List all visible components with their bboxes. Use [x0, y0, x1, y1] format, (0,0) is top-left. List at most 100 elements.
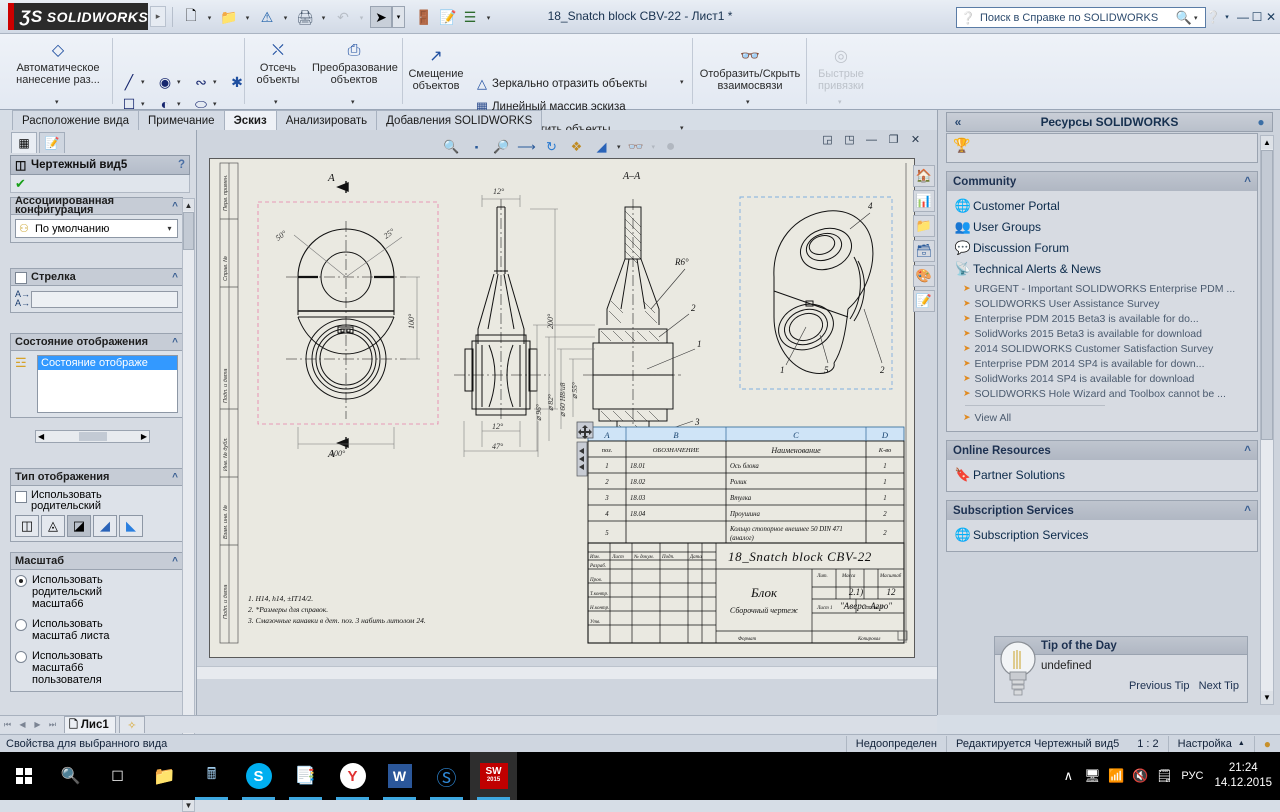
close-button[interactable]: ✕	[1262, 8, 1280, 26]
feature-manager-tab[interactable]: ▦	[11, 132, 37, 153]
calculator-icon[interactable]: 🖩	[188, 752, 235, 800]
property-manager-tab[interactable]: 📝	[39, 132, 65, 153]
chevron-up-icon[interactable]: ^	[172, 272, 178, 283]
scale-sheet-radio[interactable]	[15, 619, 27, 631]
status-notification-icon[interactable]: ●	[1253, 735, 1280, 752]
sw-home-icon[interactable]: 🏆	[953, 137, 970, 153]
convert-dropdown[interactable]: ▾	[351, 98, 355, 106]
scale-custom-radio[interactable]	[15, 651, 27, 663]
news-item[interactable]: ➤ SolidWorks 2014 SP4 is available for do…	[953, 371, 1251, 386]
accept-check-icon[interactable]: ✔	[15, 176, 26, 192]
scroll-thumb[interactable]	[183, 212, 194, 250]
section-config-title[interactable]: Ассоциированная конфигурация ^	[10, 196, 183, 216]
chevron-up-icon[interactable]: ^	[1244, 445, 1251, 457]
status-settings-arrow[interactable]: ▲	[1238, 740, 1245, 747]
arrow-enable-checkbox[interactable]	[15, 271, 27, 284]
previous-view-icon[interactable]: ⟶	[517, 138, 536, 157]
drawing-horizontal-scrollbar[interactable]	[197, 666, 937, 679]
auto-dimension-button[interactable]: ◇ Автоматическое нанесение раз...	[8, 40, 108, 87]
news-view-all[interactable]: ➤ View All	[953, 410, 1251, 425]
zoom-to-fit-icon[interactable]: ⬝	[467, 138, 486, 157]
restore-document-button[interactable]: ❐	[886, 132, 901, 147]
tab-evaluate[interactable]: Анализировать	[275, 110, 378, 130]
hidden-lines-visible-button[interactable]: ◬	[41, 515, 65, 537]
subscription-services-header[interactable]: Subscription Services ^	[947, 501, 1257, 520]
search-icon[interactable]: 🔍	[47, 752, 94, 800]
yandex-browser-icon[interactable]: Y	[329, 752, 376, 800]
use-parent-style-row[interactable]: Использовать родительский	[15, 490, 178, 512]
zoom-to-area-icon[interactable]: 🔍	[442, 138, 461, 157]
kompas-icon[interactable]: Ⓢ	[423, 752, 470, 800]
link-partner-solutions[interactable]: 🔖 Partner Solutions	[953, 464, 1251, 485]
spline-dropdown[interactable]: ▾	[213, 78, 217, 86]
trim-entities-button[interactable]: ⛌ Отсечь объекты	[250, 40, 306, 87]
auto-dimension-dropdown[interactable]: ▾	[55, 98, 59, 106]
sheet-tab-sheet1[interactable]: 🗋 Лис1	[64, 716, 116, 733]
tab-annotation[interactable]: Примечание	[138, 110, 225, 130]
link-technical-alerts[interactable]: 📡 Technical Alerts & News	[953, 258, 1251, 279]
help-icon[interactable]: ?	[178, 159, 185, 171]
display-state-listbox[interactable]: Состояние отображе	[37, 355, 178, 413]
scale-option-custom[interactable]: Использовать масштаб6 пользователя	[15, 650, 178, 686]
wireframe-button[interactable]: ◫	[15, 515, 39, 537]
appearance-icon[interactable]: ●	[661, 138, 680, 157]
scroll-right-arrow-icon[interactable]: ▶	[141, 432, 147, 441]
zoom-in-out-icon[interactable]: 🔎	[492, 138, 511, 157]
next-tip-link[interactable]: Next Tip	[1199, 680, 1239, 692]
link-subscription-services[interactable]: 🌐 Subscription Services	[953, 524, 1251, 545]
home-icon[interactable]: 🏠	[913, 165, 935, 187]
community-header[interactable]: Community ^	[947, 172, 1257, 191]
scroll-thumb[interactable]	[1261, 150, 1273, 440]
ellipse-dropdown[interactable]: ▾	[213, 100, 217, 108]
pin-icon[interactable]: ●	[1250, 115, 1272, 129]
section-display-type-title[interactable]: Тип отображения ^	[10, 468, 183, 486]
last-sheet-button[interactable]: ⏭	[45, 717, 60, 732]
add-sheet-button[interactable]: ✧	[118, 716, 145, 733]
line-dropdown[interactable]: ▾	[141, 78, 145, 86]
news-item[interactable]: ➤ Enterprise PDM 2014 SP4 is available fo…	[953, 356, 1251, 371]
design-library-icon[interactable]: 📊	[913, 190, 935, 212]
file-explorer-icon[interactable]: 📁	[913, 215, 935, 237]
tab-sketch[interactable]: Эскиз	[223, 110, 277, 130]
wifi-icon[interactable]: 📶	[1104, 768, 1128, 784]
chevron-up-icon[interactable]: ^	[172, 472, 178, 483]
trim-dropdown[interactable]: ▾	[274, 98, 278, 106]
tile-left-button[interactable]: ◲	[820, 132, 835, 147]
scale-option-sheet[interactable]: Использовать масштаб листа	[15, 618, 178, 642]
help-search-box[interactable]: ❔ Поиск в Справке по SOLIDWORKS 🔍 ▾	[956, 7, 1206, 28]
next-sheet-button[interactable]: ▶	[30, 717, 45, 732]
shaded-with-edges-button[interactable]: ◢	[93, 515, 117, 537]
hide-show-icon[interactable]: 👓	[627, 138, 646, 157]
scroll-down-arrow-icon[interactable]: ▼	[183, 799, 194, 811]
show-hidden-icons[interactable]: ∧	[1056, 768, 1080, 784]
news-item[interactable]: ➤ SolidWorks 2015 Beta3 is available for …	[953, 326, 1251, 341]
tab-view-layout[interactable]: Расположение вида	[12, 110, 140, 130]
display-style-dropdown[interactable]: ▾	[617, 143, 621, 151]
convert-entities-button[interactable]: ⎙ Преобразование объектов	[312, 40, 398, 87]
use-parent-style-checkbox[interactable]	[15, 491, 27, 503]
sketch-fillet-dropdown[interactable]: ▾	[177, 100, 181, 108]
status-settings[interactable]: Настройка ▲	[1167, 735, 1254, 752]
chevron-up-icon[interactable]: ^	[172, 337, 178, 348]
chevron-up-icon[interactable]: ^	[1244, 505, 1251, 517]
collapse-task-pane-icon[interactable]: «	[947, 115, 969, 129]
chevron-up-icon[interactable]: ^	[1244, 176, 1251, 188]
offset-entities-button[interactable]: ↗ Смещение объектов	[406, 46, 466, 93]
hidden-lines-removed-button[interactable]: ◪	[67, 515, 91, 537]
action-center-icon[interactable]: 🗒	[1152, 768, 1176, 784]
display-state-hscrollbar[interactable]: ◀ ▶	[35, 430, 150, 443]
scale-option-parent[interactable]: Использовать родительский масштаб6	[15, 574, 178, 610]
previous-tip-link[interactable]: Previous Tip	[1129, 680, 1190, 692]
section-scale-title[interactable]: Масштаб ^	[10, 552, 183, 570]
appearances-icon[interactable]: 🎨	[913, 265, 935, 287]
circle-tool-icon[interactable]: ◉	[154, 72, 176, 92]
view-palette-icon[interactable]: 🗃	[913, 240, 935, 262]
scroll-up-arrow-icon[interactable]: ▲	[183, 199, 194, 211]
start-button[interactable]	[0, 752, 47, 800]
link-user-groups[interactable]: 👥 User Groups	[953, 216, 1251, 237]
mirror-entities-button[interactable]: △ Зеркально отразить объекты	[472, 75, 647, 92]
section-view-icon[interactable]: ❖	[567, 138, 586, 157]
mirror-dropdown[interactable]: ▾	[680, 78, 684, 86]
online-resources-header[interactable]: Online Resources ^	[947, 441, 1257, 460]
drawing-sheet[interactable]: Перв. примен. Справ. № Подп. и дата Инв.…	[209, 158, 915, 658]
